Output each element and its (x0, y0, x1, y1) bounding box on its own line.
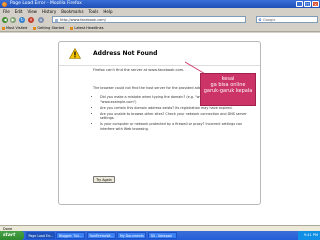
error-header: Address Not Found (59, 42, 260, 66)
list-item: Is your computer or network protected by… (100, 122, 253, 131)
stop-icon[interactable]: × (28, 16, 34, 23)
taskbar-item[interactable]: My Documents (117, 232, 146, 239)
taskbar-item[interactable]: Page Load Err... (25, 232, 55, 239)
warning-icon (69, 48, 81, 59)
close-button[interactable]: × (312, 1, 319, 7)
reload-icon[interactable]: ↻ (19, 16, 25, 23)
error-title: Address Not Found (93, 50, 158, 57)
start-button[interactable]: start (0, 231, 24, 240)
page-content: Address Not Found Firefox can't find the… (0, 33, 320, 225)
google-icon: G (258, 18, 262, 22)
error-subtitle: Firefox can't find the server at www.fac… (93, 68, 185, 72)
search-input[interactable]: G Google (256, 16, 318, 23)
window-title: Page Load Error - Mozilla Firefox (10, 1, 82, 6)
taskbar-item[interactable]: 3D - Notepad (147, 232, 177, 239)
annotation-callout: kesal ga bisa online garuk-garuk kepala (200, 73, 256, 106)
taskbar-item[interactable]: FastFirefoxWi... (86, 232, 116, 239)
menu-tools[interactable]: Tools (89, 8, 99, 15)
taskbar: start Page Load Err... Blogger: Tuli... … (0, 231, 320, 240)
menu-history[interactable]: History (42, 8, 56, 15)
bookmarks-toolbar: Most Visited Getting Started Latest Head… (0, 25, 320, 32)
bookmark-getting-started[interactable]: Getting Started (33, 25, 64, 31)
favicon-icon (54, 18, 58, 22)
list-item: Are you unable to browse other sites? Ch… (100, 112, 253, 121)
window-titlebar: Page Load Error - Mozilla Firefox _ □ × (0, 0, 320, 8)
bookmark-latest-headlines[interactable]: Latest Headlines (70, 25, 103, 31)
back-icon[interactable]: ◀ (2, 16, 8, 23)
maximize-button[interactable]: □ (304, 1, 311, 7)
menu-file[interactable]: File (3, 8, 10, 15)
home-icon[interactable]: ⌂ (38, 16, 44, 23)
menu-bookmarks[interactable]: Bookmarks (61, 8, 83, 15)
firefox-icon (2, 1, 7, 7)
try-again-button[interactable]: Try Again (93, 176, 115, 183)
menu-view[interactable]: View (27, 8, 37, 15)
search-placeholder: Google (263, 18, 276, 22)
navigation-toolbar: ◀ ▶ ↻ × ⌂ http://www.facebook.com/ G Goo… (0, 15, 320, 25)
list-item: Are you certain this domain address exis… (100, 106, 253, 111)
url-text: http://www.facebook.com/ (60, 18, 106, 22)
window-controls: _ □ × (296, 1, 319, 7)
taskbar-item[interactable]: Blogger: Tuli... (56, 232, 85, 239)
system-tray-clock: 9:41 PM (298, 231, 320, 240)
forward-icon[interactable]: ▶ (10, 16, 16, 23)
url-input[interactable]: http://www.facebook.com/ (52, 16, 246, 23)
bookmark-most-visited[interactable]: Most Visited (2, 25, 27, 31)
minimize-button[interactable]: _ (296, 1, 303, 7)
error-panel: Address Not Found Firefox can't find the… (58, 41, 261, 205)
menu-help[interactable]: Help (103, 8, 112, 15)
menu-edit[interactable]: Edit (15, 8, 23, 15)
menu-bar: File Edit View History Bookmarks Tools H… (0, 8, 320, 15)
annotation-line: garuk-garuk kepala (203, 88, 253, 94)
